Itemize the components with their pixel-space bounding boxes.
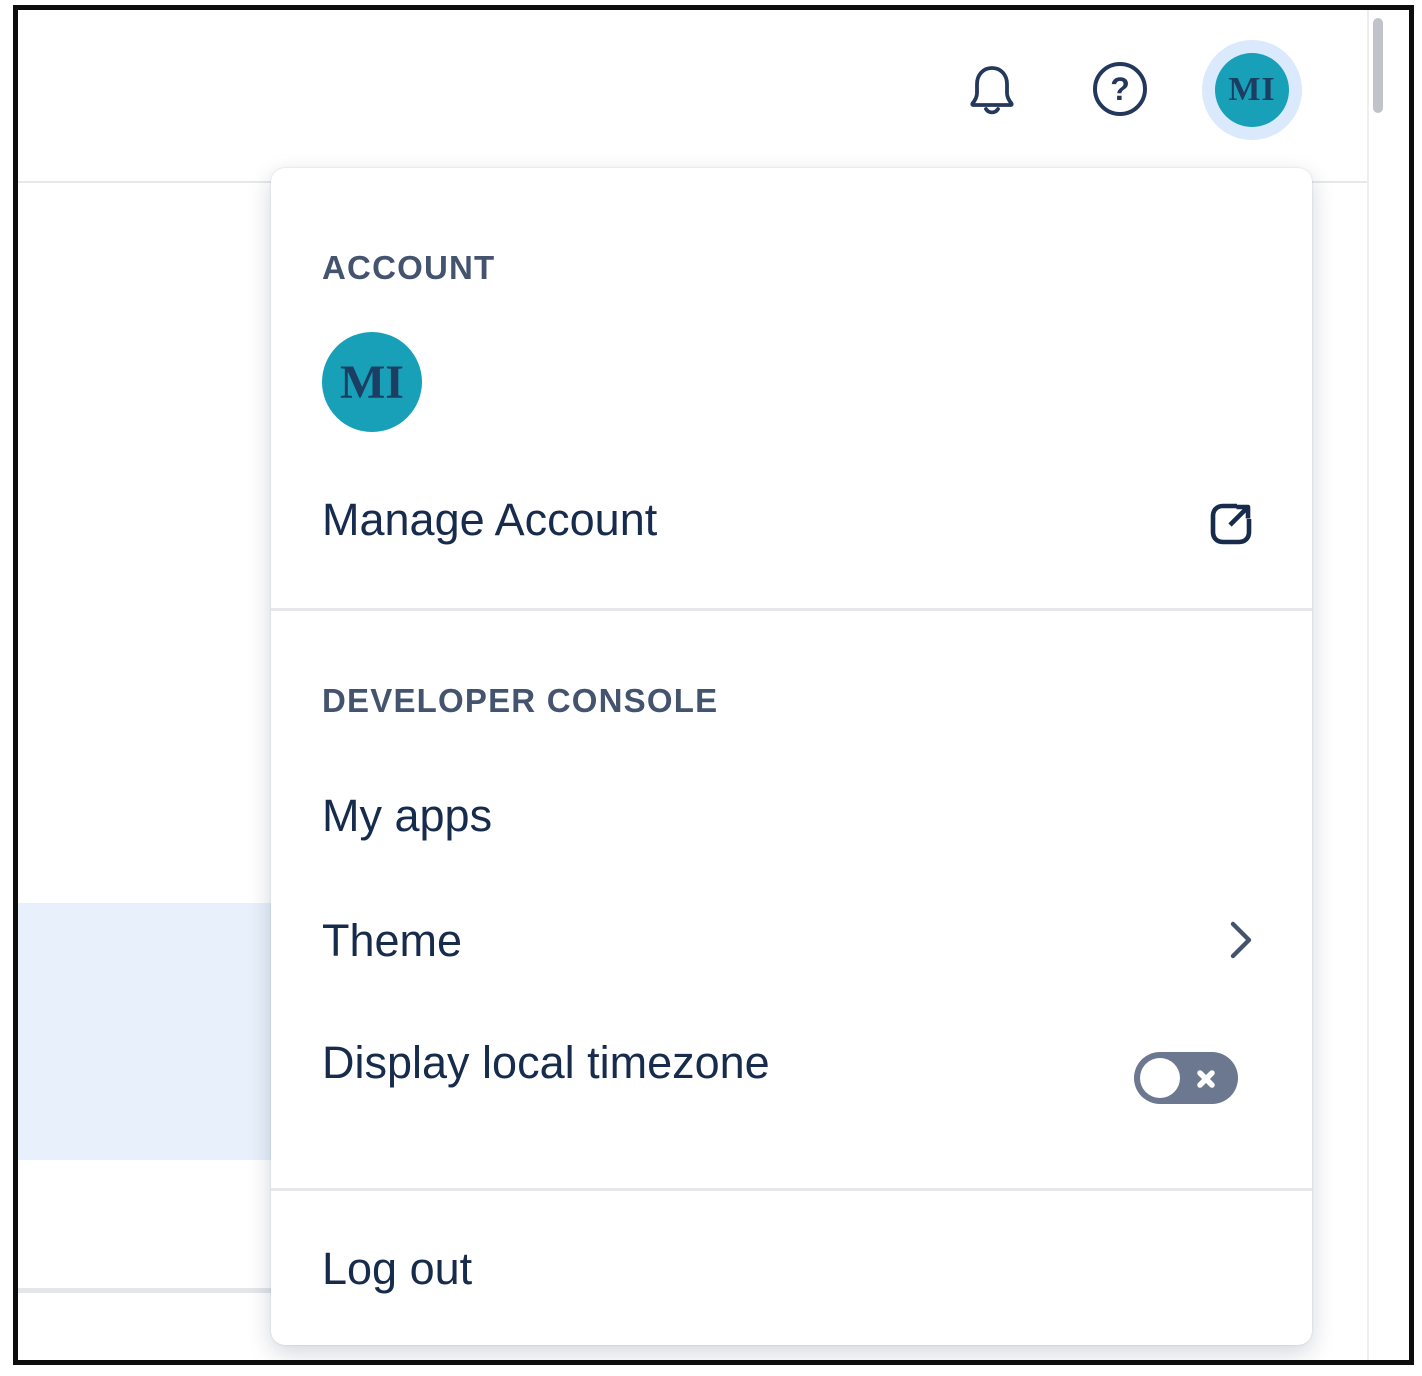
account-menu-button[interactable]: MI [1202, 40, 1302, 140]
app-window: ? MI ACCOUNT MI Manage Account DEVELOPER… [13, 5, 1414, 1365]
scrollbar-track [1367, 10, 1369, 1360]
theme-item[interactable]: Theme [322, 913, 462, 969]
account-dropdown-menu: ACCOUNT MI Manage Account DEVELOPER CONS… [271, 168, 1312, 1345]
my-apps-item[interactable]: My apps [322, 788, 492, 844]
logout-item[interactable]: Log out [322, 1241, 472, 1297]
background-selected-row [18, 903, 272, 1160]
avatar-initials: MI [1228, 71, 1275, 109]
developer-console-heading: DEVELOPER CONSOLE [322, 681, 718, 721]
manage-account-item[interactable]: Manage Account [322, 492, 657, 548]
notifications-button[interactable] [966, 62, 1018, 118]
cross-icon [1195, 1068, 1217, 1093]
help-button[interactable]: ? [1093, 62, 1147, 116]
toggle-knob [1140, 1058, 1180, 1098]
chevron-right-icon [1227, 919, 1255, 966]
avatar-initials: MI [340, 355, 404, 410]
bell-icon [966, 106, 1018, 121]
account-section-heading: ACCOUNT [322, 248, 495, 288]
menu-divider [271, 608, 1312, 611]
avatar: MI [1215, 53, 1289, 127]
external-link-icon [1206, 499, 1256, 554]
background-divider [18, 1288, 272, 1293]
question-mark-icon: ? [1110, 71, 1130, 107]
display-timezone-label: Display local timezone [322, 1035, 770, 1091]
timezone-toggle[interactable] [1134, 1052, 1238, 1104]
avatar: MI [322, 332, 422, 432]
scrollbar-thumb[interactable] [1373, 18, 1383, 113]
menu-divider [271, 1188, 1312, 1191]
